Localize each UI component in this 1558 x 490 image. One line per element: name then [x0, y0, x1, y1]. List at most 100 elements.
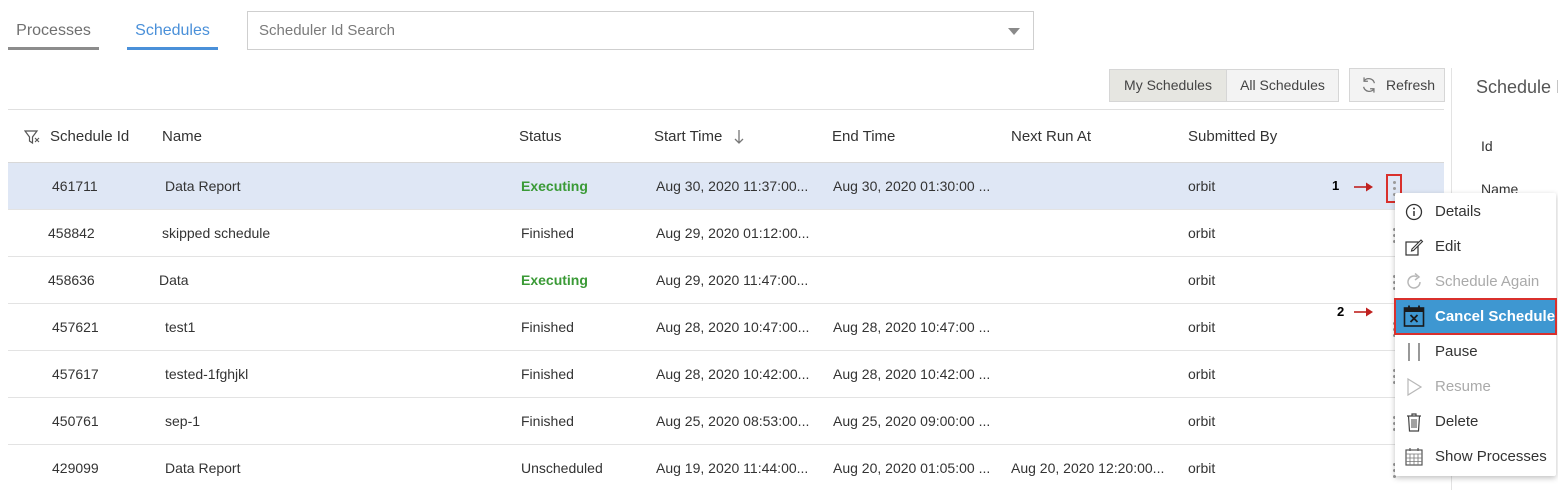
calendar-grid-icon [1405, 448, 1423, 466]
cell-submitted-by: orbit [1188, 272, 1216, 288]
cell-schedule-id: 458636 [48, 272, 95, 288]
header-end-time[interactable]: End Time [832, 128, 895, 145]
cell-submitted-by: orbit [1188, 319, 1216, 335]
menu-item-label: Edit [1435, 238, 1461, 255]
cell-start-time: Aug 28, 2020 10:47:00... [656, 319, 810, 335]
header-submitted-by[interactable]: Submitted By [1188, 128, 1277, 145]
table-row[interactable]: 461711 Data Report Executing Aug 30, 202… [8, 163, 1444, 210]
cell-start-time: Aug 19, 2020 11:44:00... [656, 460, 809, 476]
cell-name: tested-1fghjkl [165, 366, 249, 382]
menu-item-resume[interactable]: Resume [1395, 369, 1556, 404]
cell-end-time: Aug 30, 2020 01:30:00 ... [833, 178, 991, 194]
menu-item-label: Details [1435, 203, 1481, 220]
schedules-table: Schedule Id Name Status Start Time End T… [8, 109, 1444, 490]
cell-start-time: Aug 29, 2020 11:47:00... [656, 272, 809, 288]
arrow-right-icon [1354, 182, 1373, 192]
step-2-label: 2 [1337, 304, 1345, 319]
cell-end-time: Aug 28, 2020 10:42:00 ... [833, 366, 991, 382]
cell-submitted-by: orbit [1188, 178, 1216, 194]
tab-schedules[interactable]: Schedules [127, 12, 218, 50]
all-schedules-button[interactable]: All Schedules [1226, 69, 1339, 102]
sort-down-icon[interactable] [734, 129, 744, 145]
menu-item-show-processes[interactable]: Show Processes [1395, 439, 1556, 474]
cell-status: Finished [521, 413, 574, 429]
menu-item-delete[interactable]: Delete [1395, 404, 1556, 439]
refresh-icon [1362, 77, 1376, 93]
cell-end-time: Aug 20, 2020 01:05:00 ... [833, 460, 991, 476]
cell-status: Executing [521, 272, 588, 288]
header-name[interactable]: Name [162, 128, 202, 145]
play-icon [1407, 377, 1423, 397]
cell-submitted-by: orbit [1188, 413, 1216, 429]
header-next-run-at[interactable]: Next Run At [1011, 128, 1091, 145]
header-start-time[interactable]: Start Time [654, 128, 722, 145]
refresh-label: Refresh [1386, 77, 1436, 93]
cell-status: Finished [521, 366, 574, 382]
cell-status: Executing [521, 178, 588, 194]
cell-name: Data [159, 272, 189, 288]
my-schedules-button[interactable]: My Schedules [1109, 69, 1227, 102]
step-1-label: 1 [1332, 178, 1340, 193]
cell-submitted-by: orbit [1188, 225, 1216, 241]
menu-item-pause[interactable]: Pause [1395, 334, 1556, 369]
info-icon [1405, 203, 1423, 221]
row-actions-menu: Details Edit Schedule Again Cancel Sched… [1394, 193, 1557, 476]
cell-name: skipped schedule [162, 225, 271, 241]
side-panel-title: Schedule I [1476, 77, 1558, 97]
side-panel-id-label: Id [1481, 138, 1493, 154]
cell-name: sep-1 [165, 413, 201, 429]
arrow-right-icon [1354, 307, 1373, 317]
cell-schedule-id: 458842 [48, 225, 95, 241]
menu-item-label: Delete [1435, 413, 1479, 430]
menu-item-label: Schedule Again [1435, 273, 1540, 290]
cell-status: Finished [521, 225, 574, 241]
cell-schedule-id: 457617 [52, 366, 99, 382]
table-row[interactable]: 458636 Data Executing Aug 29, 2020 11:47… [8, 257, 1444, 304]
cell-next-run: Aug 20, 2020 12:20:00... [1011, 460, 1165, 476]
trash-icon [1407, 413, 1421, 432]
menu-item-edit[interactable]: Edit [1395, 229, 1556, 264]
cell-schedule-id: 429099 [52, 460, 99, 476]
cell-start-time: Aug 30, 2020 11:37:00... [656, 178, 809, 194]
cell-end-time: Aug 25, 2020 09:00:00 ... [833, 413, 991, 429]
header-schedule-id[interactable]: Schedule Id [50, 128, 129, 145]
cell-schedule-id: 450761 [52, 413, 99, 429]
redo-icon [1407, 272, 1421, 289]
table-row[interactable]: 457621 test1 Finished Aug 28, 2020 10:47… [8, 304, 1444, 351]
calendar-cancel-icon [1403, 305, 1425, 327]
menu-item-schedule-again[interactable]: Schedule Again [1395, 264, 1556, 299]
table-row[interactable]: 450761 sep-1 Finished Aug 25, 2020 08:53… [8, 398, 1444, 445]
cell-start-time: Aug 29, 2020 01:12:00... [656, 225, 810, 241]
filter-icon[interactable] [24, 129, 40, 145]
cell-name: Data Report [165, 460, 241, 476]
table-row[interactable]: 458842 skipped schedule Finished Aug 29,… [8, 210, 1444, 257]
cell-start-time: Aug 28, 2020 10:42:00... [656, 366, 810, 382]
menu-item-label: Pause [1435, 343, 1478, 360]
menu-item-label: Cancel Schedule [1435, 308, 1556, 325]
refresh-button[interactable]: Refresh [1349, 68, 1445, 102]
cell-schedule-id: 461711 [52, 178, 98, 194]
cell-name: Data Report [165, 178, 241, 194]
cell-start-time: Aug 25, 2020 08:53:00... [656, 413, 810, 429]
table-header: Schedule Id Name Status Start Time End T… [8, 109, 1444, 163]
menu-item-cancel-schedule[interactable]: Cancel Schedule [1394, 298, 1557, 335]
menu-item-label: Resume [1435, 378, 1491, 395]
table-row[interactable]: 429099 Data Report Unscheduled Aug 19, 2… [8, 445, 1444, 490]
cell-status: Unscheduled [521, 460, 603, 476]
table-row[interactable]: 457617 tested-1fghjkl Finished Aug 28, 2… [8, 351, 1444, 398]
scheduler-id-search[interactable] [247, 11, 1034, 50]
pause-icon [1408, 343, 1420, 361]
chevron-down-icon[interactable] [1008, 28, 1020, 35]
menu-item-details[interactable]: Details [1395, 194, 1556, 229]
edit-icon [1405, 239, 1424, 256]
cell-submitted-by: orbit [1188, 366, 1216, 382]
menu-item-label: Show Processes [1435, 448, 1547, 465]
search-input[interactable] [248, 12, 988, 49]
cell-status: Finished [521, 319, 574, 335]
header-status[interactable]: Status [519, 128, 562, 145]
cell-end-time: Aug 28, 2020 10:47:00 ... [833, 319, 991, 335]
cell-name: test1 [165, 319, 196, 335]
cell-schedule-id: 457621 [52, 319, 99, 335]
cell-submitted-by: orbit [1188, 460, 1216, 476]
tab-processes[interactable]: Processes [8, 12, 99, 50]
